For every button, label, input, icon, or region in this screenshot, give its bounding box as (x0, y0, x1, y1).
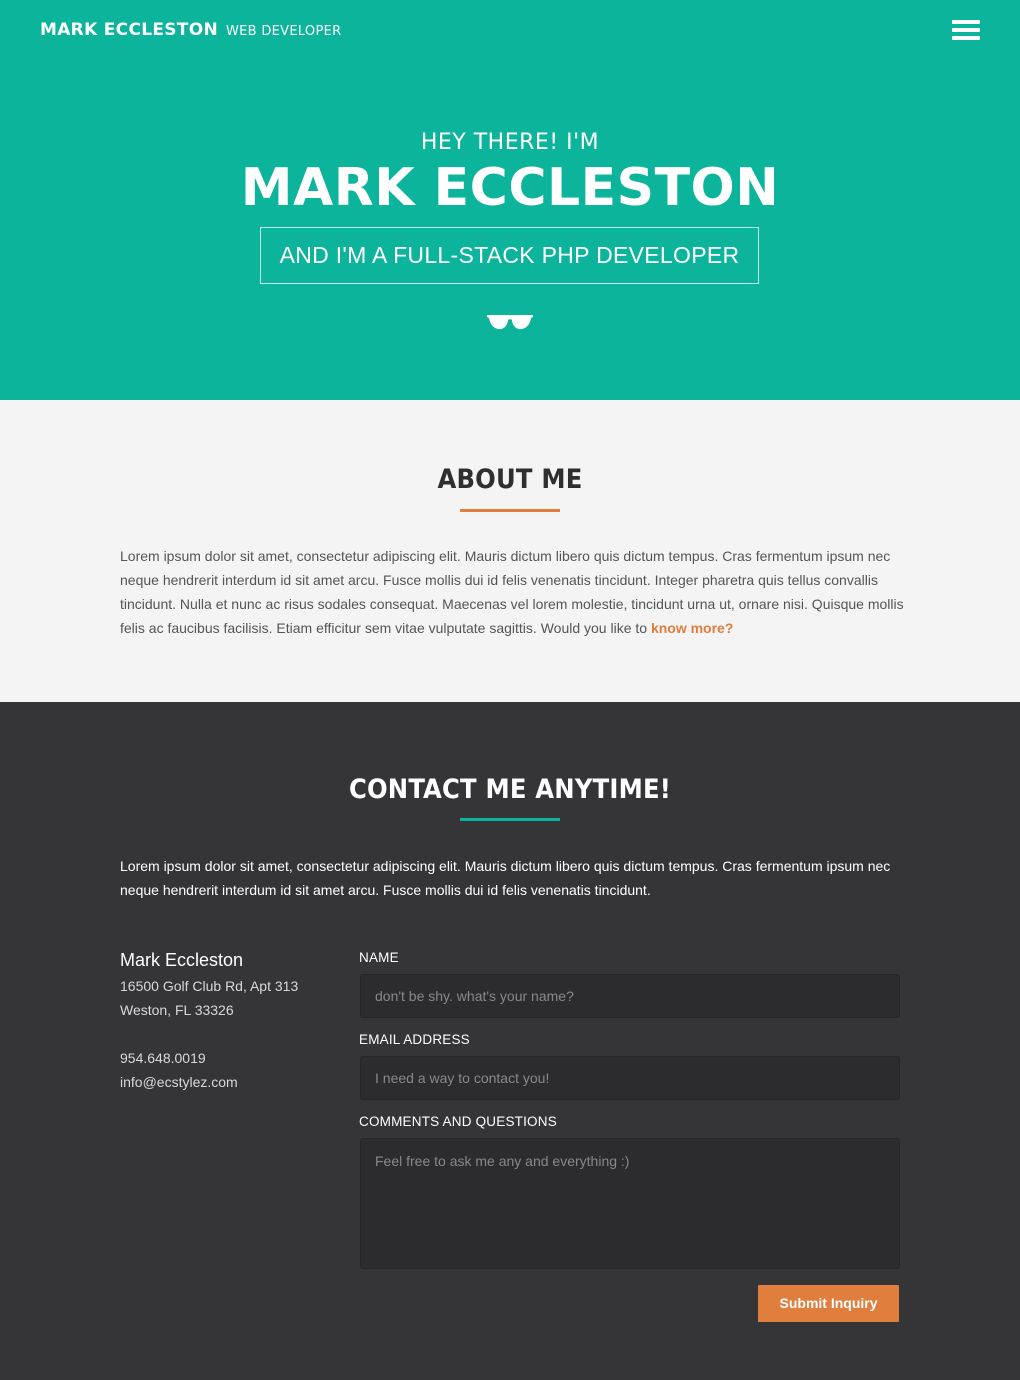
contact-email[interactable]: info@ecstylez.com (120, 1070, 340, 1094)
address-line-2: Weston, FL 33326 (120, 1002, 234, 1018)
site-brand[interactable]: MARK ECCLESTON WEB DEVELOPER (40, 20, 341, 40)
about-section: ABOUT ME Lorem ipsum dolor sit amet, con… (0, 400, 1020, 702)
comments-label: COMMENTS AND QUESTIONS (359, 1114, 557, 1129)
contact-section: CONTACT ME ANYTIME! Lorem ipsum dolor si… (0, 702, 1020, 1380)
brand-role: WEB DEVELOPER (226, 24, 342, 39)
contact-form: NAME don't be shy. what's your name? EMA… (359, 950, 900, 1283)
brand-name[interactable]: MARK ECCLESTON (40, 20, 218, 40)
about-text: Lorem ipsum dolor sit amet, consectetur … (120, 544, 905, 640)
contact-intro: Lorem ipsum dolor sit amet, consectetur … (120, 858, 891, 898)
hero-tagline: AND I'M A FULL-STACK PHP DEVELOPER (260, 227, 759, 284)
email-input[interactable]: I need a way to contact you! (360, 1056, 900, 1100)
hero-name: MARK ECCLESTON (240, 158, 780, 218)
name-label: NAME (359, 950, 399, 965)
about-title-underline (460, 509, 560, 512)
hero-greeting: HEY THERE! I'M (420, 130, 600, 155)
contact-phone[interactable]: 954.648.0019 (120, 1046, 340, 1070)
address-line-1: 16500 Golf Club Rd, Apt 313 (120, 978, 299, 994)
contact-title-underline (460, 818, 560, 821)
about-body: Lorem ipsum dolor sit amet, consectetur … (120, 548, 904, 636)
comments-textarea[interactable]: Feel free to ask me any and everything :… (360, 1138, 900, 1269)
hero-section: MARK ECCLESTON WEB DEVELOPER HEY THERE! … (0, 0, 1020, 400)
submit-inquiry-button[interactable]: Submit Inquiry (758, 1285, 899, 1322)
contact-name: Mark Eccleston (120, 950, 244, 970)
contact-title: CONTACT ME ANYTIME! (348, 774, 672, 805)
hamburger-menu-icon[interactable] (952, 20, 980, 40)
sunglasses-icon (487, 315, 533, 330)
contact-card: Mark Eccleston 16500 Golf Club Rd, Apt 3… (120, 948, 340, 1094)
name-input[interactable]: don't be shy. what's your name? (360, 974, 900, 1018)
about-title: ABOUT ME (437, 464, 583, 495)
email-label: EMAIL ADDRESS (359, 1032, 470, 1047)
know-more-link[interactable]: know more? (651, 620, 733, 636)
